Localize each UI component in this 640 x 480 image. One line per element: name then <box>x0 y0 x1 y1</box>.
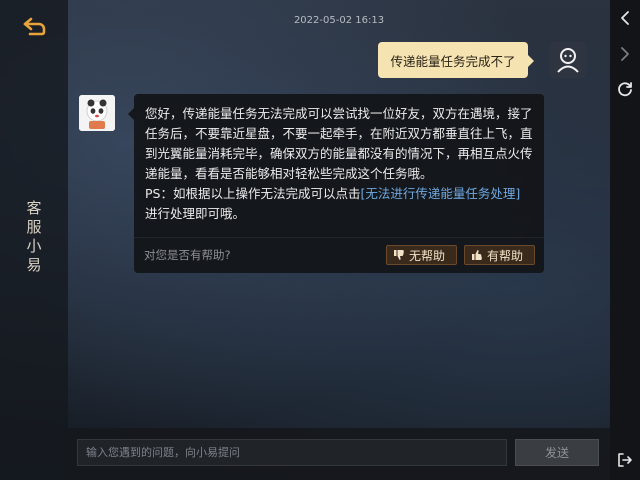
user-message-text: 传递能量任务完成不了 <box>390 53 516 69</box>
input-bar: 发送 <box>68 428 610 480</box>
user-avatar <box>550 42 586 78</box>
thumbs-up-icon <box>472 250 482 260</box>
exit-icon[interactable] <box>617 452 633 468</box>
reload-icon[interactable] <box>617 81 633 97</box>
right-nav <box>610 0 640 480</box>
task-help-link[interactable]: [无法进行传递能量任务处理] <box>360 186 520 201</box>
message-timestamp: 2022-05-02 16:13 <box>293 15 385 26</box>
helpful-button[interactable]: 有帮助 <box>464 245 535 265</box>
question-input[interactable] <box>77 439 507 466</box>
card-divider <box>134 237 544 238</box>
bot-message-ps-suffix: 进行处理即可哦。 <box>145 206 246 221</box>
not-helpful-button[interactable]: 无帮助 <box>386 245 457 265</box>
back-arrow-icon <box>23 17 46 36</box>
chevron-left-icon[interactable] <box>617 10 633 26</box>
bot-message-text: 您好，传递能量任务无法完成可以尝试找一位好友，双方在遇境，接了任务后，不要靠近星… <box>145 104 540 224</box>
chevron-right-icon[interactable] <box>617 46 633 62</box>
bot-message-body: 您好，传递能量任务无法完成可以尝试找一位好友，双方在遇境，接了任务后，不要靠近星… <box>145 106 533 181</box>
bot-avatar-icon <box>79 95 115 131</box>
bot-avatar <box>79 95 115 131</box>
bot-message-card: 您好，传递能量任务无法完成可以尝试找一位好友，双方在遇境，接了任务后，不要靠近星… <box>128 94 544 273</box>
not-helpful-label: 无帮助 <box>409 248 446 263</box>
left-panel: 客服小易 <box>0 0 68 480</box>
bot-message-ps-prefix: PS：如根据以上操作无法完成可以点击 <box>145 186 361 201</box>
user-message-bubble: 传递能量任务完成不了 <box>378 42 534 78</box>
feedback-question: 对您是否有帮助? <box>144 248 231 262</box>
thumbs-down-icon <box>394 250 404 260</box>
send-button[interactable]: 发送 <box>515 439 599 466</box>
user-avatar-icon <box>557 48 579 73</box>
back-button[interactable] <box>22 16 48 38</box>
agent-name: 客服小易 <box>24 200 43 276</box>
helpful-label: 有帮助 <box>487 248 524 263</box>
